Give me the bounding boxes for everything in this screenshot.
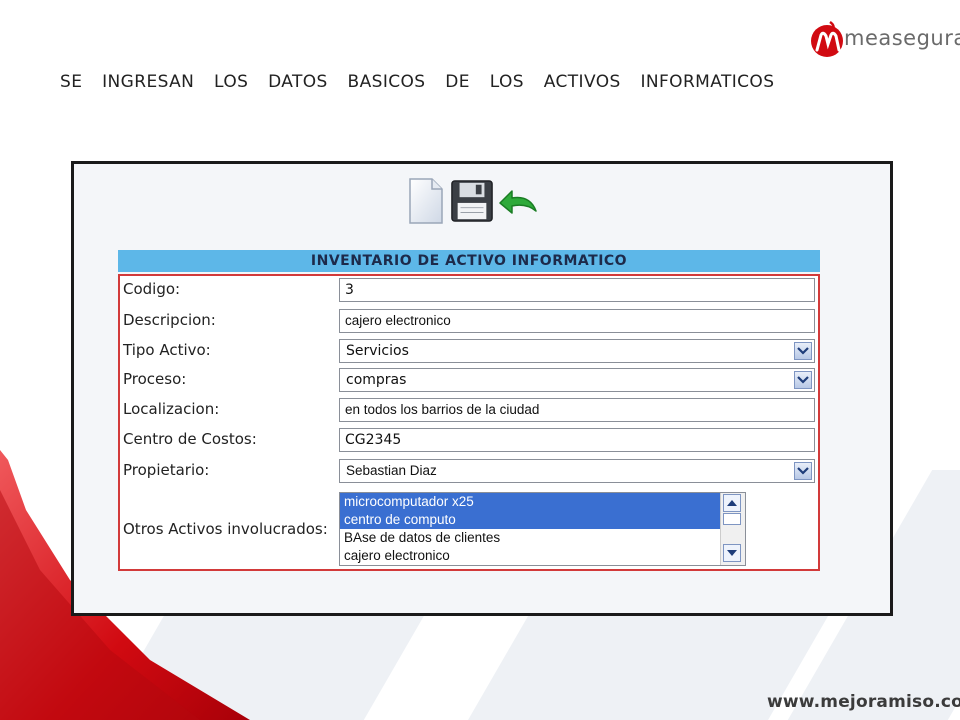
new-document-icon xyxy=(409,178,443,224)
logo-text: measegura xyxy=(844,26,960,50)
tipo-activo-label: Tipo Activo: xyxy=(123,341,211,359)
form-title: INVENTARIO DE ACTIVO INFORMATICO xyxy=(118,250,820,272)
footer-website: www.mejoramiso.com xyxy=(767,692,960,712)
asset-inventory-form: Codigo: 3 Descripcion: cajero electronic… xyxy=(118,274,820,571)
arrow-down-icon xyxy=(727,550,737,556)
scroll-down-button[interactable] xyxy=(723,544,741,562)
descripcion-input[interactable]: cajero electronico xyxy=(339,309,815,333)
propietario-label: Propietario: xyxy=(123,461,210,479)
undo-arrow-icon xyxy=(499,190,537,214)
row-descripcion: Descripcion: cajero electronico xyxy=(120,307,818,335)
proceso-value: compras xyxy=(346,372,407,388)
row-codigo: Codigo: 3 xyxy=(120,276,818,304)
localizacion-label: Localizacion: xyxy=(123,400,220,418)
row-tipo-activo: Tipo Activo: Servicios xyxy=(120,337,818,365)
chevron-down-icon xyxy=(794,462,812,480)
codigo-input[interactable]: 3 xyxy=(339,278,815,302)
scrollbar-thumb[interactable] xyxy=(723,513,741,525)
proceso-select[interactable]: compras xyxy=(339,368,815,392)
scroll-up-button[interactable] xyxy=(723,494,741,512)
chevron-down-icon xyxy=(794,371,812,389)
app-screenshot-frame: INVENTARIO DE ACTIVO INFORMATICO Codigo:… xyxy=(71,161,893,616)
save-button[interactable] xyxy=(450,176,494,226)
codigo-label: Codigo: xyxy=(123,280,181,298)
propietario-select[interactable]: Sebastian Diaz xyxy=(339,459,815,483)
proceso-label: Proceso: xyxy=(123,370,187,388)
logo-mark-icon xyxy=(811,20,843,57)
propietario-value: Sebastian Diaz xyxy=(346,463,437,478)
localizacion-input[interactable]: en todos los barrios de la ciudad xyxy=(339,398,815,422)
row-localizacion: Localizacion: en todos los barrios de la… xyxy=(120,396,818,424)
measegura-logo: measegura xyxy=(808,20,960,64)
list-item[interactable]: centro de computo xyxy=(340,511,724,529)
new-document-button[interactable] xyxy=(404,176,448,226)
toolbar xyxy=(404,176,540,228)
slide-heading: SE INGRESAN LOS DATOS BASICOS DE LOS ACT… xyxy=(60,72,775,92)
row-propietario: Propietario: Sebastian Diaz xyxy=(120,457,818,485)
list-item[interactable]: microcomputador x25 xyxy=(340,493,724,511)
row-centro-costos: Centro de Costos: CG2345 xyxy=(120,426,818,454)
centro-costos-input[interactable]: CG2345 xyxy=(339,428,815,452)
tipo-activo-value: Servicios xyxy=(346,343,409,359)
arrow-up-icon xyxy=(727,500,737,506)
undo-button[interactable] xyxy=(496,176,540,226)
save-floppy-icon xyxy=(451,180,493,222)
list-item[interactable]: cajero electronico xyxy=(340,547,724,565)
centro-costos-label: Centro de Costos: xyxy=(123,430,257,448)
otros-activos-listbox[interactable]: microcomputador x25 centro de computo BA… xyxy=(339,492,746,566)
row-proceso: Proceso: compras xyxy=(120,366,818,394)
list-item[interactable]: BAse de datos de clientes xyxy=(340,529,724,547)
listbox-scrollbar[interactable] xyxy=(720,493,745,565)
descripcion-label: Descripcion: xyxy=(123,311,216,329)
chevron-down-icon xyxy=(794,342,812,360)
tipo-activo-select[interactable]: Servicios xyxy=(339,339,815,363)
otros-activos-label: Otros Activos involucrados: xyxy=(123,520,328,538)
